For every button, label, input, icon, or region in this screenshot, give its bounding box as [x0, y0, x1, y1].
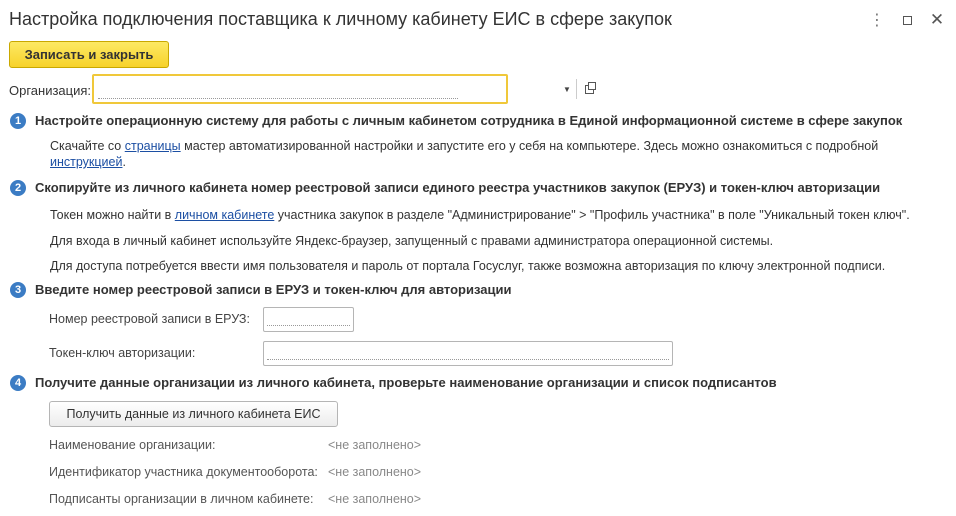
step-2-badge: 2	[10, 180, 26, 196]
signers-value: <не заполнено>	[328, 492, 422, 506]
get-eis-data-button[interactable]: Получить данные из личного кабинета ЕИС	[49, 401, 338, 427]
step-4-heading: Получите данные организации из личного к…	[35, 375, 777, 390]
step-2-text-start: Токен можно найти в	[50, 208, 175, 222]
org-name-value: <не заполнено>	[328, 438, 422, 452]
organization-input[interactable]	[98, 79, 458, 99]
more-actions-icon[interactable]: ⋮	[867, 10, 887, 30]
auth-token-value	[267, 359, 669, 360]
signers-label: Подписанты организации в личном кабинете…	[49, 492, 314, 506]
personal-account-link[interactable]: личном кабинете	[175, 208, 275, 222]
chevron-down-icon[interactable]: ▼	[560, 80, 574, 98]
step-2-text-2: Для входа в личный кабинет используйте Я…	[50, 234, 774, 248]
step-1-badge: 1	[10, 113, 26, 129]
step-3-badge: 3	[10, 282, 26, 298]
registry-number-label: Номер реестровой записи в ЕРУЗ:	[49, 312, 250, 326]
step-2-text-1: Токен можно найти в личном кабинете учас…	[50, 207, 910, 223]
step-1-text-start: Скачайте со	[50, 139, 125, 153]
step-1-text-rest: мастер автоматизированной настройки и за…	[180, 139, 879, 153]
step-4-badge: 4	[10, 375, 26, 391]
step-2-text-rest: участника закупок в разделе "Администрир…	[274, 208, 910, 222]
org-name-label: Наименование организации:	[49, 438, 216, 452]
step-1-text-end: .	[122, 155, 126, 169]
step-2-text-3: Для доступа потребуется ввести имя польз…	[50, 259, 886, 273]
edo-id-label: Идентификатор участника документооборота…	[49, 465, 318, 479]
step-1-text-line2: инструкцией.	[50, 154, 126, 170]
maximize-icon[interactable]	[897, 10, 917, 30]
step-2-heading: Скопируйте из личного кабинета номер рее…	[35, 180, 881, 195]
registry-number-value	[267, 325, 350, 326]
open-icon[interactable]	[582, 80, 596, 98]
edo-id-value: <не заполнено>	[328, 465, 422, 479]
step-1-text: Скачайте со страницы мастер автоматизиро…	[50, 138, 878, 154]
registry-number-input[interactable]	[263, 307, 354, 332]
window-title: Настройка подключения поставщика к лично…	[9, 9, 672, 29]
step-3-heading: Введите номер реестровой записи в ЕРУЗ и…	[35, 282, 512, 297]
instruction-link[interactable]: инструкцией	[50, 155, 122, 169]
auth-token-label: Токен-ключ авторизации:	[49, 346, 196, 360]
step-1-heading: Настройте операционную систему для работ…	[35, 113, 903, 128]
save-and-close-button[interactable]: Записать и закрыть	[9, 41, 169, 68]
field-divider	[576, 79, 577, 99]
organization-label: Организация:	[9, 83, 92, 98]
page-link[interactable]: страницы	[125, 139, 181, 153]
close-icon[interactable]: ✕	[927, 10, 947, 30]
organization-field[interactable]: ▼	[92, 74, 596, 104]
auth-token-input[interactable]	[263, 341, 673, 366]
